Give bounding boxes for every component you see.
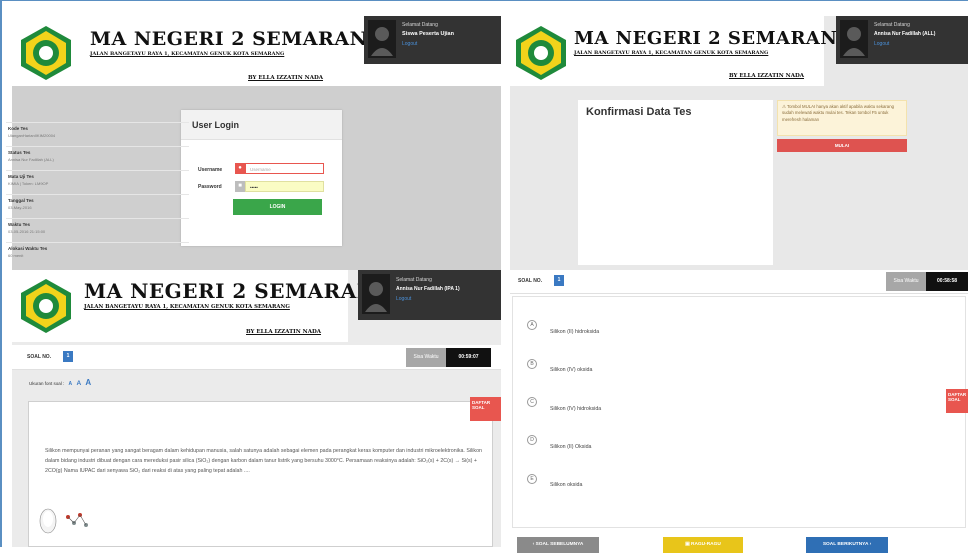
konfirmasi-row: Status Tes Annisa Nur Fadillah (ALL) <box>6 146 189 170</box>
option-text[interactable]: Silikon (II) Oksida <box>550 444 592 450</box>
konfirmasi-row: Kode Tes UlanganHarianIIKIM20004 <box>6 122 189 146</box>
ragu-ragu-button[interactable]: ▣ RAGU-RAGU <box>663 537 743 553</box>
user-icon: ● <box>235 163 245 174</box>
row-value: Annisa Nur Fadillah (ALL) <box>8 157 54 162</box>
logout-link[interactable]: Logout <box>402 41 417 47</box>
row-label: Kode Tes <box>8 126 28 131</box>
row-label: Tanggal Tes <box>8 198 34 203</box>
font-size-large[interactable]: A <box>85 378 91 387</box>
greeting: Selamat Datang <box>396 277 432 283</box>
user-avatar-icon <box>362 274 390 314</box>
option-text[interactable]: Silikon (IV) hidroksida <box>550 406 601 412</box>
option-radio[interactable]: D <box>527 435 537 445</box>
konfirmasi-title: Konfirmasi Data Tes <box>586 106 692 118</box>
row-label: Status Tes <box>8 150 31 155</box>
user-name: Annisa Nur Fadillah (ALL) <box>874 31 936 37</box>
row-value: 03-05-2016 21:15:00 <box>8 229 46 234</box>
school-address: JALAN BANGETAYU RAYA 1, KECAMATAN GENUK … <box>90 51 285 57</box>
font-size-selector: Ukuran font soal : A A A <box>29 378 91 387</box>
login-button[interactable]: LOGIN <box>233 199 322 215</box>
font-size-small[interactable]: A <box>69 381 73 387</box>
user-box: Selamat Datang Annisa Nur Fadillah (ALL)… <box>836 16 968 64</box>
logout-link[interactable]: Logout <box>396 296 411 302</box>
option-radio[interactable]: A <box>527 320 537 330</box>
sisa-waktu-button[interactable]: Sisa Waktu <box>886 272 926 291</box>
user-avatar-icon <box>840 20 868 58</box>
soal-label: SOAL NO. <box>518 278 543 284</box>
row-label: Mata Uji Tes <box>8 174 34 179</box>
prev-question-button[interactable]: ‹ SOAL SEBELUMNYA <box>517 537 599 553</box>
login-card-header: User Login <box>181 110 342 140</box>
greeting: Selamat Datang <box>402 22 438 28</box>
daftar-soal-button[interactable]: DAFTAR SOAL <box>470 397 501 421</box>
konfirmasi-row: Waktu Tes 03-05-2016 21:15:00 <box>6 218 189 242</box>
option-text[interactable]: Silikon (II) hidroksida <box>550 329 599 335</box>
logout-link[interactable]: Logout <box>874 41 889 47</box>
soal-number-badge: 1 <box>554 275 564 286</box>
username-input[interactable]: Username <box>245 163 324 174</box>
molecule-image <box>39 508 88 534</box>
school-address: JALAN BANGETAYU RAYA 1, KECAMATAN GENUK … <box>84 304 290 310</box>
next-question-button[interactable]: SOAL BERIKUTNYA › <box>806 537 888 553</box>
next-label: SOAL BERIKUTNYA <box>822 542 869 547</box>
username-label: Username <box>198 167 223 173</box>
row-label: Waktu Tes <box>8 222 31 227</box>
chevron-right-icon: › <box>868 542 872 547</box>
konfirmasi-card: Konfirmasi Data Tes <box>578 100 773 265</box>
user-name: Annisa Nur Fadillah (IPA 1) <box>396 286 460 292</box>
school-logo <box>516 26 566 80</box>
timer: 00:58:58 <box>926 272 968 291</box>
school-address: JALAN BANGETAYU RAYA 1, KECAMATAN GENUK … <box>574 50 769 56</box>
start-button[interactable]: MULAI <box>777 139 907 152</box>
option-radio[interactable]: E <box>527 474 537 484</box>
font-size-label: Ukuran font soal : <box>29 381 65 386</box>
ragu-label: RAGU-RAGU <box>691 542 721 547</box>
konfirmasi-row: Mata Uji Tes KIMIA | Token: LM9OP <box>6 170 189 194</box>
font-size-medium[interactable]: A <box>76 380 81 387</box>
row-value: 60 menit <box>8 253 24 258</box>
school-byline: BY ELLA IZZATIN NADA <box>246 329 322 335</box>
question-text: Silikon mempunyai peranan yang sangat be… <box>45 448 482 475</box>
school-name: MA NEGERI 2 SEMARANG <box>90 28 385 50</box>
school-byline: BY ELLA IZZATIN NADA <box>729 73 805 79</box>
user-avatar-icon <box>368 20 396 58</box>
row-value: 03-May-2016 <box>8 205 32 210</box>
timer: 00:59:07 <box>446 348 491 367</box>
option-radio[interactable]: B <box>527 359 537 369</box>
password-label: Password <box>198 184 222 190</box>
school-logo <box>21 26 71 80</box>
school-name: MA NEGERI 2 SEMARANG <box>84 279 394 303</box>
option-text[interactable]: Silikon (IV) oksida <box>550 367 592 373</box>
user-box: Selamat Datang Annisa Nur Fadillah (IPA … <box>358 270 501 320</box>
option-text[interactable]: Silikon oksida <box>550 482 582 488</box>
user-name: Siswa Peserta Ujian <box>402 31 454 37</box>
school-name: MA NEGERI 2 SEMARANG <box>574 28 854 49</box>
user-box: Selamat Datang Siswa Peserta Ujian Logou… <box>364 16 501 64</box>
school-logo <box>21 279 71 333</box>
soal-label: SOAL NO. <box>27 354 52 360</box>
login-card: User Login <box>181 110 342 246</box>
school-byline: BY ELLA IZZATIN NADA <box>248 75 324 81</box>
row-value: KIMIA | Token: LM9OP <box>8 181 49 186</box>
konfirmasi-row: Alokasi Waktu Tes 60 menit <box>6 242 189 264</box>
warning-alert: ⚠ Tombol MULAI hanya akan aktif apabila … <box>777 100 907 136</box>
row-label: Alokasi Waktu Tes <box>8 246 48 251</box>
login-title: User Login <box>192 120 240 130</box>
daftar-soal-button[interactable]: DAFTAR SOAL <box>946 389 968 413</box>
prev-label: SOAL SEBELUMNYA <box>535 542 584 547</box>
option-radio[interactable]: C <box>527 397 537 407</box>
password-input[interactable]: ••••• <box>245 181 324 192</box>
row-value: UlanganHarianIIKIM20004 <box>8 133 56 138</box>
lock-icon: ■ <box>235 181 245 192</box>
soal-number-badge: 1 <box>63 351 73 362</box>
konfirmasi-row: Tanggal Tes 03-May-2016 <box>6 194 189 218</box>
sisa-waktu-button[interactable]: Sisa Waktu <box>406 348 446 367</box>
greeting: Selamat Datang <box>874 22 910 28</box>
